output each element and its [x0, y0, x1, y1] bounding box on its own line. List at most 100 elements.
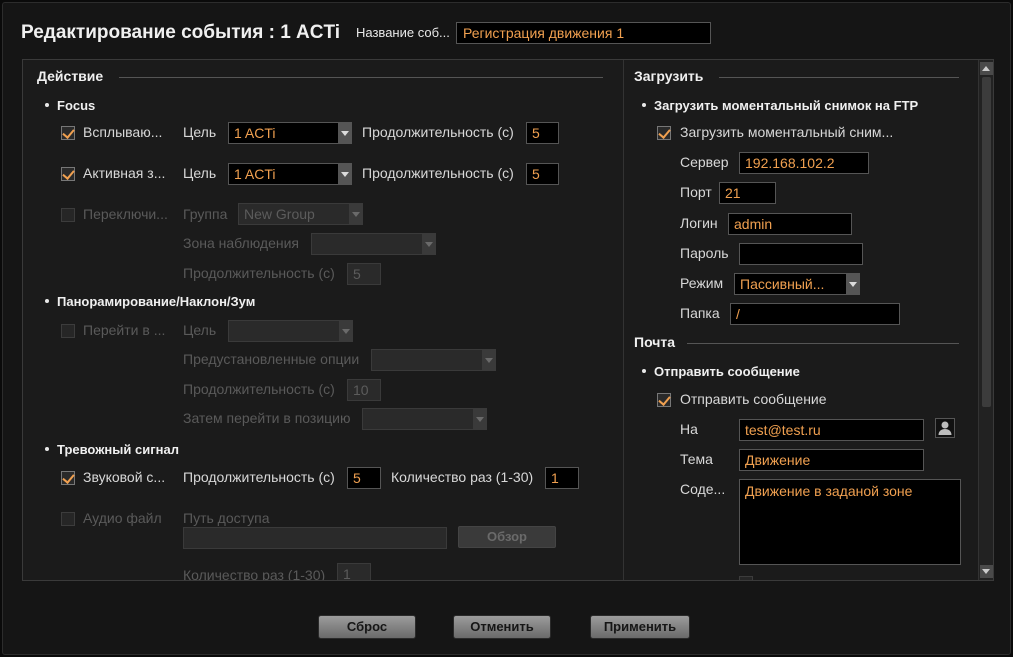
mail-section-title: Почта	[634, 334, 676, 350]
bullet-icon	[45, 446, 49, 451]
panel-scrollbar[interactable]	[978, 60, 993, 580]
ftp-server-input[interactable]: 192.168.102.2	[739, 152, 869, 174]
switch-duration-input[interactable]: 5	[347, 263, 381, 285]
bullet-icon	[642, 368, 646, 373]
ftp-mode-label: Режим	[680, 275, 724, 291]
ftp-login-label: Логин	[680, 215, 718, 231]
switch-duration-label: Продолжительность (с)	[183, 265, 335, 281]
reset-button[interactable]: Сброс	[318, 615, 416, 639]
sound-duration-label: Продолжительность (с)	[183, 469, 335, 485]
event-name-label: Название соб...	[356, 25, 450, 40]
action-section-divider	[119, 77, 603, 78]
sound-count-input[interactable]: 1	[545, 467, 579, 489]
apply-button[interactable]: Применить	[590, 615, 690, 639]
settings-panel: Действие Focus Всплываю... Цель 1 ACTi П…	[22, 59, 994, 581]
switch-group-label: Группа	[183, 206, 228, 222]
ftp-server-label: Сервер	[680, 154, 729, 170]
sound-checkbox[interactable]	[61, 471, 75, 485]
switch-checkbox[interactable]	[61, 208, 75, 222]
ptz-goto-checkbox[interactable]	[61, 324, 75, 338]
bullet-icon	[642, 102, 646, 107]
popup-label: Всплываю...	[83, 124, 163, 140]
audio-path-label: Путь доступа	[183, 510, 270, 526]
switch-zone-label: Зона наблюдения	[183, 235, 300, 251]
focus-subsection-title: Focus	[45, 98, 95, 113]
active-target-select[interactable]: 1 ACTi	[228, 163, 352, 185]
ptz-subsection-title: Панорамирование/Наклон/Зум	[45, 294, 255, 309]
ptz-preset-select[interactable]	[371, 349, 496, 371]
mail-to-label: На	[680, 421, 698, 437]
ptz-duration-label: Продолжительность (с)	[183, 381, 335, 397]
column-divider	[623, 60, 624, 580]
audio-path-input[interactable]	[183, 527, 447, 549]
mail-subject-input[interactable]: Движение	[739, 449, 924, 471]
mail-section-divider	[687, 343, 959, 344]
browse-button[interactable]: Обзор	[458, 526, 556, 548]
active-target-label: Цель	[183, 165, 217, 181]
ftp-password-input[interactable]	[739, 243, 863, 265]
edit-event-dialog: Редактирование события : 1 ACTi Название…	[2, 2, 1011, 655]
ftp-port-input[interactable]: 21	[719, 182, 776, 204]
mail-content-textarea[interactable]: Движение в заданой зоне	[739, 479, 961, 565]
mail-extra-checkbox[interactable]	[739, 576, 753, 580]
switch-label: Переключи...	[83, 206, 168, 222]
active-window-label: Активная з...	[83, 165, 166, 181]
ptz-then-select[interactable]	[362, 408, 487, 430]
ftp-enable-label: Загрузить моментальный сним...	[680, 124, 894, 140]
audio-file-checkbox[interactable]	[61, 512, 75, 526]
chevron-down-icon	[349, 204, 362, 224]
bullet-icon	[45, 298, 49, 303]
ptz-target-select[interactable]	[228, 320, 353, 342]
chevron-down-icon	[422, 234, 435, 254]
ptz-goto-label: Перейти в ...	[83, 322, 166, 338]
ftp-enable-checkbox[interactable]	[657, 126, 671, 140]
chevron-down-icon	[339, 321, 352, 341]
send-enable-label: Отправить сообщение	[680, 391, 827, 407]
upload-section-divider	[719, 77, 959, 78]
ftp-subsection-title: Загрузить моментальный снимок на FTP	[642, 98, 918, 113]
active-window-checkbox[interactable]	[61, 167, 75, 181]
alarm-subsection-title: Тревожный сигнал	[45, 442, 179, 457]
send-subsection-title: Отправить сообщение	[642, 364, 800, 379]
chevron-down-icon	[338, 164, 351, 184]
ftp-password-label: Пароль	[680, 245, 729, 261]
switch-group-select[interactable]: New Group	[238, 203, 363, 225]
switch-zone-select[interactable]	[311, 233, 436, 255]
upload-section-title: Загрузить	[634, 68, 704, 84]
scroll-up-icon[interactable]	[980, 62, 993, 75]
audio-count-input[interactable]: 1	[337, 563, 371, 580]
ptz-then-label: Затем перейти в позицию	[183, 410, 351, 426]
contact-picker-button[interactable]	[935, 418, 955, 438]
mail-to-input[interactable]: test@test.ru	[739, 419, 924, 441]
ptz-duration-input[interactable]: 10	[347, 379, 381, 401]
ftp-folder-label: Папка	[680, 305, 720, 321]
audio-count-label: Количество раз (1-30)	[183, 567, 326, 581]
cancel-button[interactable]: Отменить	[453, 615, 551, 639]
popup-target-select[interactable]: 1 ACTi	[228, 122, 352, 144]
ftp-folder-input[interactable]: /	[730, 303, 900, 325]
mail-content-label: Соде...	[680, 481, 726, 497]
person-icon	[938, 421, 952, 435]
chevron-down-icon	[482, 350, 495, 370]
ptz-preset-label: Предустановленные опции	[183, 351, 360, 367]
ftp-port-label: Порт	[680, 184, 712, 200]
popup-duration-input[interactable]: 5	[526, 122, 559, 144]
audio-file-label: Аудио файл	[83, 510, 162, 526]
scroll-down-icon[interactable]	[980, 565, 993, 578]
sound-label: Звуковой с...	[83, 469, 166, 485]
active-duration-label: Продолжительность (с)	[362, 165, 514, 181]
sound-duration-input[interactable]: 5	[347, 467, 381, 489]
bullet-icon	[45, 102, 49, 107]
send-enable-checkbox[interactable]	[657, 393, 671, 407]
event-name-input[interactable]: Регистрация движения 1	[456, 22, 711, 44]
active-duration-input[interactable]: 5	[526, 163, 559, 185]
scroll-thumb[interactable]	[982, 77, 991, 407]
ftp-login-input[interactable]: admin	[728, 213, 852, 235]
ftp-mode-select[interactable]: Пассивный...	[734, 273, 860, 295]
chevron-down-icon	[846, 274, 859, 294]
popup-target-label: Цель	[183, 124, 217, 140]
popup-checkbox[interactable]	[61, 126, 75, 140]
chevron-down-icon	[338, 123, 351, 143]
ptz-target-label: Цель	[183, 322, 217, 338]
dialog-title: Редактирование события : 1 ACTi	[21, 22, 341, 43]
